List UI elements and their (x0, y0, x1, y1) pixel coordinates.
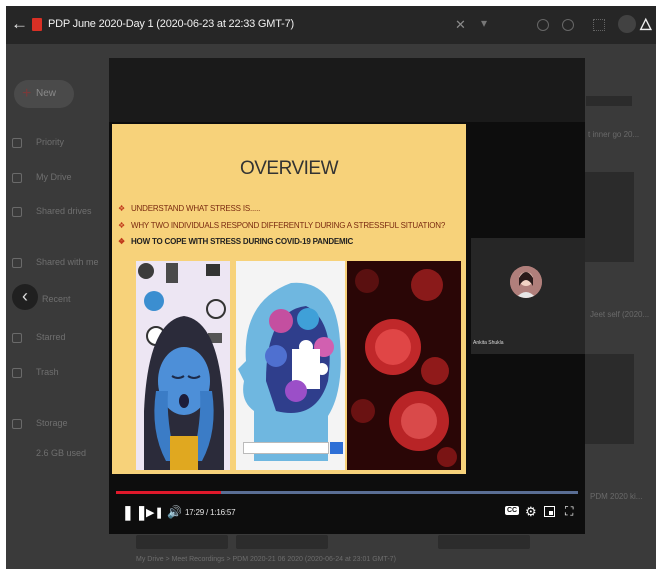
sidebar-item-label: Shared drives (36, 206, 92, 216)
video-player[interactable]: OVERVIEW ❖ UNDERSTAND WHAT STRESS IS.....… (109, 58, 585, 534)
stressed-woman-illustration (136, 261, 230, 470)
sidebar-item-storage[interactable]: Storage (12, 418, 68, 429)
background-tile (584, 354, 634, 444)
new-button-label: New (36, 88, 57, 99)
drive-logo-icon: △ (640, 15, 652, 32)
embedded-button (330, 442, 343, 454)
participant-tile: Ankita Shukla (471, 238, 585, 354)
slide-bullet-text: WHY TWO INDIVIDUALS RESPOND DIFFERENTLY … (130, 221, 446, 230)
viewer-header: ← PDP June 2020-Day 1 (2020-06-23 at 22:… (6, 6, 656, 44)
background-snippet: PDM 2020 ki... (590, 492, 643, 501)
embedded-input-box (243, 442, 329, 454)
drive-icon (12, 172, 22, 183)
time-display: 17:29 / 1:16:57 (185, 508, 236, 517)
file-title: PDP June 2020-Day 1 (2020-06-23 at 22:33… (48, 18, 294, 30)
slide-bullet: ❖ UNDERSTAND WHAT STRESS IS..... (118, 204, 260, 213)
star-icon (12, 332, 22, 343)
trash-icon (12, 367, 22, 378)
slide-title: OVERVIEW (239, 158, 339, 179)
apps-grid-icon[interactable] (593, 19, 605, 31)
background-button (236, 535, 328, 549)
chevron-left-icon[interactable]: ‹ (12, 284, 38, 310)
player-top-band (109, 58, 585, 122)
progress-fill (116, 491, 221, 494)
coronavirus-illustration (347, 261, 461, 470)
sidebar-item-label: Priority (36, 137, 65, 147)
presentation-slide: OVERVIEW ❖ UNDERSTAND WHAT STRESS IS.....… (112, 124, 466, 474)
clock-icon[interactable] (537, 19, 549, 31)
background-tile (586, 96, 632, 106)
background-snippet: Jeet self (2020... (590, 310, 650, 319)
people-icon (12, 257, 22, 268)
sidebar-item-label: Storage (36, 418, 68, 428)
sidebar-item-label: Recent (42, 294, 71, 304)
progress-bar[interactable] (116, 491, 578, 494)
avatar[interactable] (618, 15, 636, 33)
next-icon[interactable]: ▶❚ (146, 506, 164, 519)
participant-name: Ankita Shukla (473, 340, 504, 346)
background-button (438, 535, 530, 549)
puzzle-head-illustration (236, 261, 345, 470)
slide-bullet: ❖ HOW TO COPE WITH STRESS DURING COVID-19… (118, 237, 353, 246)
video-file-icon (32, 18, 42, 31)
sidebar-item-shared-with-me[interactable]: Shared with me (12, 257, 99, 268)
diamond-bullet-icon: ❖ (118, 221, 125, 230)
fullscreen-icon[interactable]: ⛶ (565, 504, 573, 519)
diamond-bullet-icon: ❖ (118, 237, 125, 246)
chevron-down-icon[interactable]: ▾ (481, 16, 487, 30)
sidebar-item-trash[interactable]: Trash (12, 367, 59, 378)
captions-button[interactable]: CC (505, 506, 520, 515)
slide-bullet: ❖ WHY TWO INDIVIDUALS RESPOND DIFFERENTLY… (118, 221, 445, 230)
arrow-left-icon[interactable]: ← (11, 15, 28, 33)
sidebar-item-starred[interactable]: Starred (12, 332, 66, 343)
sidebar-item-recent[interactable]: Recent (42, 294, 71, 304)
sidebar-item-my-drive[interactable]: My Drive (12, 172, 72, 183)
new-button[interactable]: New (14, 80, 74, 108)
sidebar-item-label: Trash (36, 367, 59, 377)
storage-usage: 2.6 GB used (36, 448, 86, 458)
background-snippet: t inner go 20... (588, 130, 640, 139)
sidebar-item-shared-drives[interactable]: Shared drives (12, 206, 92, 217)
background-tile (584, 172, 634, 262)
shared-drive-icon (12, 206, 22, 217)
drive-sidebar: New Priority My Drive Shared drives Shar… (6, 44, 106, 569)
slide-bullet-text: UNDERSTAND WHAT STRESS IS..... (130, 204, 261, 213)
miniplayer-icon[interactable] (544, 506, 555, 517)
volume-icon[interactable]: 🔊 (167, 505, 182, 519)
drive-viewer: ← PDP June 2020-Day 1 (2020-06-23 at 22:… (6, 6, 656, 569)
sidebar-item-priority[interactable]: Priority (12, 137, 64, 148)
close-icon[interactable]: ✕ (455, 17, 466, 33)
gear-icon[interactable]: ⚙ (525, 504, 537, 520)
sidebar-item-label: My Drive (36, 172, 72, 182)
storage-usage-text: 2.6 GB used (36, 448, 87, 458)
background-button (136, 535, 228, 549)
diamond-bullet-icon: ❖ (118, 204, 125, 213)
settings-icon[interactable] (562, 19, 574, 31)
sidebar-item-label: Starred (36, 332, 66, 342)
slide-bullet-text: HOW TO COPE WITH STRESS DURING COVID-19 … (130, 237, 354, 246)
storage-icon (12, 418, 22, 429)
avatar (510, 266, 542, 298)
breadcrumb: My Drive > Meet Recordings > PDM 2020-21… (136, 556, 396, 563)
sidebar-item-label: Shared with me (36, 257, 99, 267)
priority-icon (12, 137, 22, 148)
